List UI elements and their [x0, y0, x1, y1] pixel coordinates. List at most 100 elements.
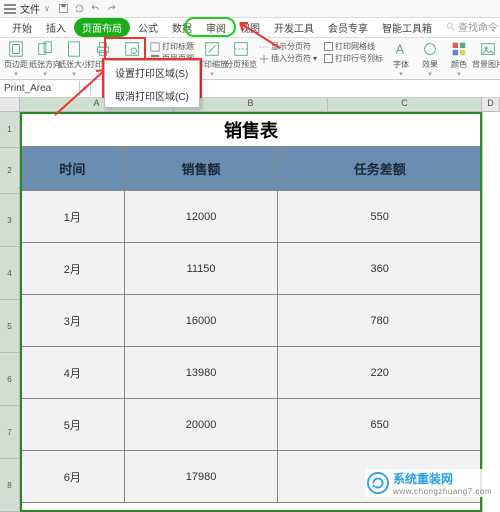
show-breaks-button[interactable]: 显示分页符	[259, 41, 317, 52]
watermark-brand: 系统重装网	[393, 470, 492, 487]
orientation-icon	[36, 40, 54, 58]
table-header[interactable]: 时间	[21, 147, 125, 191]
search-icon	[446, 22, 456, 32]
print-scale-button[interactable]: 打印缩放▾	[198, 40, 226, 78]
tab-page-layout[interactable]: 页面布局	[74, 18, 130, 37]
insert-break-icon	[259, 54, 269, 64]
print-headings-toggle[interactable]: 打印行号列标	[324, 53, 383, 64]
sales-table: 销售表 时间 销售额 任务差额 1月12000550 2月11150360 3月…	[20, 112, 482, 503]
file-menu[interactable]: 文件	[20, 1, 40, 16]
tab-formulas[interactable]: 公式	[132, 18, 164, 37]
grid-icon	[150, 42, 160, 52]
redo-icon[interactable]	[106, 3, 117, 14]
colors-button[interactable]: 颜色▾	[445, 40, 473, 78]
cell[interactable]: 16000	[124, 295, 278, 347]
print-area-dropdown: 设置打印区域(S) 取消打印区域(C)	[104, 60, 200, 108]
table-title[interactable]: 销售表	[21, 113, 482, 147]
set-print-area-item[interactable]: 设置打印区域(S)	[105, 61, 199, 84]
printer-icon	[94, 40, 112, 58]
effects-button[interactable]: 效果▾	[416, 40, 444, 78]
row-header[interactable]: 2	[0, 148, 20, 194]
column-headers: A B C D	[0, 98, 500, 112]
chevron-down-icon[interactable]: ∨	[44, 4, 50, 13]
tab-view[interactable]: 视图	[234, 18, 266, 37]
row-header[interactable]: 8	[0, 459, 20, 512]
name-box-chevron-icon[interactable]: ▾	[80, 84, 91, 93]
row-header[interactable]: 3	[0, 194, 20, 247]
margins-button[interactable]: 页边距▾	[2, 40, 30, 78]
cell[interactable]: 4月	[21, 347, 125, 399]
page-break-preview-button[interactable]: 分页预览	[227, 40, 255, 70]
cell[interactable]: 20000	[124, 399, 278, 451]
checkbox-icon	[324, 54, 333, 63]
cell[interactable]: 5月	[21, 399, 125, 451]
cell[interactable]: 1月	[21, 191, 125, 243]
search-placeholder: 查找命令	[458, 19, 498, 34]
save-icon[interactable]	[58, 3, 69, 14]
insert-break-button[interactable]: 插入分页符▾	[259, 53, 317, 64]
page-break-icon	[232, 40, 250, 58]
margins-icon	[7, 40, 25, 58]
ribbon-toolbar: 页边距▾ 纸张方向▾ 纸张大小▾ 打印区域▾ 打印预览 打印标题 页眉页脚 打印…	[0, 38, 500, 80]
watermark: 系统重装网 www.chongzhuang7.com	[365, 469, 494, 497]
undo-icon[interactable]	[90, 3, 101, 14]
formula-bar-row: Print_Area ▾	[0, 80, 500, 98]
row-header[interactable]: 1	[0, 112, 20, 148]
worksheet[interactable]: 1 2 3 4 5 6 7 8 销售表 时间 销售额 任务差额 1月120005…	[0, 112, 500, 512]
cell[interactable]: 2月	[21, 243, 125, 295]
cell[interactable]: 360	[278, 243, 482, 295]
print-options-group: 打印网格线 打印行号列标	[321, 40, 386, 65]
row-header[interactable]: 5	[0, 300, 20, 353]
tab-insert[interactable]: 插入	[40, 18, 72, 37]
cell[interactable]: 780	[278, 295, 482, 347]
image-icon	[479, 40, 497, 58]
cell[interactable]: 650	[278, 399, 482, 451]
paper-size-button[interactable]: 纸张大小▾	[60, 40, 88, 78]
logo-icon	[367, 472, 389, 494]
tab-smart-tools[interactable]: 智能工具箱	[376, 18, 438, 37]
print-titles-button[interactable]: 打印标题	[150, 41, 194, 52]
effects-icon	[421, 40, 439, 58]
cell[interactable]: 13980	[124, 347, 278, 399]
tab-review[interactable]: 审阅	[200, 18, 232, 37]
row-header[interactable]: 6	[0, 353, 20, 406]
col-header-c[interactable]: C	[328, 98, 482, 111]
refresh-icon[interactable]	[74, 3, 85, 14]
cell[interactable]: 550	[278, 191, 482, 243]
title-bar: 文件 ∨	[0, 0, 500, 18]
cell[interactable]: 11150	[124, 243, 278, 295]
fonts-button[interactable]: A 字体▾	[387, 40, 415, 78]
cell[interactable]: 12000	[124, 191, 278, 243]
checkbox-icon	[324, 42, 333, 51]
page-break-group: 显示分页符 插入分页符▾	[256, 40, 320, 65]
breaks-icon	[259, 42, 269, 52]
ribbon-tabs: 开始 插入 页面布局 公式 数据 审阅 视图 开发工具 会员专享 智能工具箱 查…	[0, 18, 500, 38]
cell[interactable]: 3月	[21, 295, 125, 347]
col-header-d[interactable]: D	[482, 98, 500, 111]
command-search[interactable]: 查找命令	[446, 19, 498, 34]
hamburger-icon[interactable]	[4, 4, 16, 14]
select-all-corner[interactable]	[0, 98, 20, 111]
print-preview-icon	[123, 40, 141, 58]
extra-column[interactable]	[482, 112, 500, 512]
tab-home[interactable]: 开始	[6, 18, 38, 37]
cell[interactable]: 17980	[124, 451, 278, 503]
print-gridlines-toggle[interactable]: 打印网格线	[324, 41, 383, 52]
tab-member[interactable]: 会员专享	[322, 18, 374, 37]
name-box[interactable]: Print_Area	[0, 81, 80, 96]
watermark-url: www.chongzhuang7.com	[393, 487, 492, 496]
table-header[interactable]: 任务差额	[278, 147, 482, 191]
font-icon: A	[392, 40, 410, 58]
cell[interactable]: 220	[278, 347, 482, 399]
table-header[interactable]: 销售额	[124, 147, 278, 191]
cancel-print-area-item[interactable]: 取消打印区域(C)	[105, 84, 199, 107]
cell[interactable]: 6月	[21, 451, 125, 503]
row-header[interactable]: 7	[0, 406, 20, 459]
paper-size-icon	[65, 40, 83, 58]
tab-data[interactable]: 数据	[166, 18, 198, 37]
orientation-button[interactable]: 纸张方向▾	[31, 40, 59, 78]
row-header[interactable]: 4	[0, 247, 20, 300]
scale-icon	[203, 40, 221, 58]
tab-developer[interactable]: 开发工具	[268, 18, 320, 37]
background-button[interactable]: 背景图片	[474, 40, 500, 70]
